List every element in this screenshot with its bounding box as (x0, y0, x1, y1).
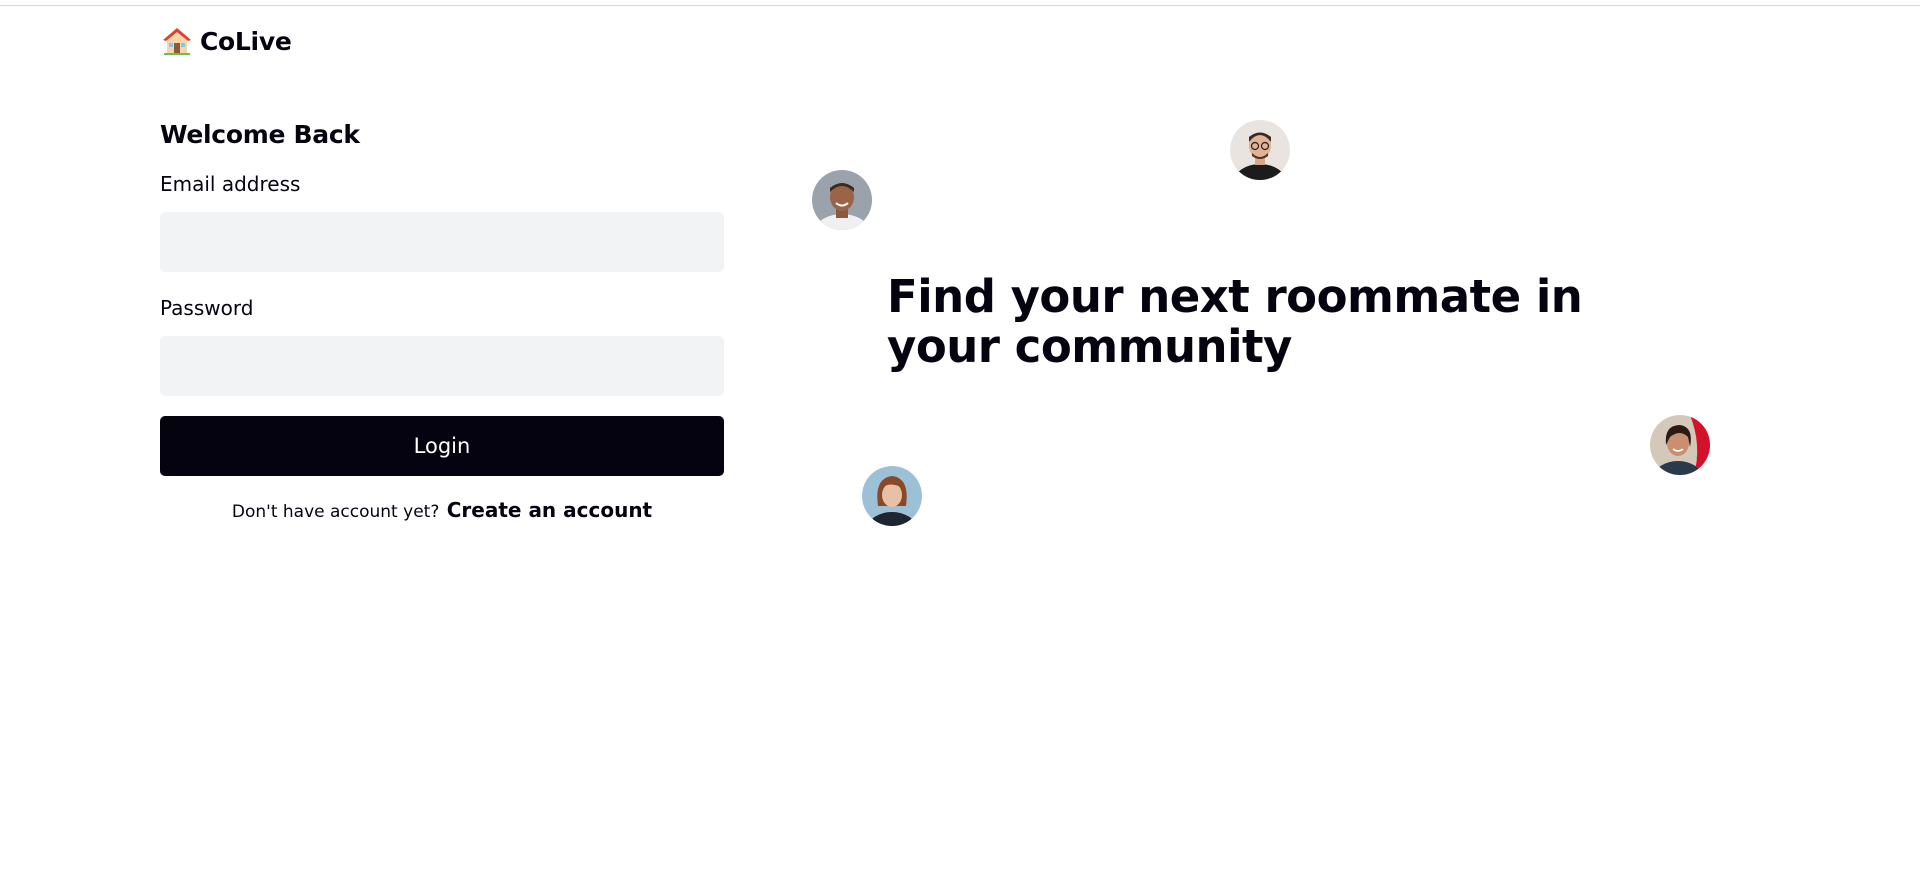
password-input[interactable] (160, 336, 724, 396)
login-form: Welcome Back Email address Password Logi… (160, 120, 724, 522)
avatar-woman-red-scarf (1650, 415, 1710, 475)
signup-row: Don't have account yet? Create an accoun… (160, 498, 724, 522)
brand-name: CoLive (200, 26, 292, 56)
email-label: Email address (160, 172, 301, 196)
avatar-woman-short-hair (862, 466, 922, 526)
email-input[interactable] (160, 212, 724, 272)
password-label: Password (160, 296, 254, 320)
signup-prompt: Don't have account yet? (231, 502, 440, 522)
create-account-link[interactable]: Create an account (447, 498, 652, 522)
avatar-man-smiling (812, 170, 872, 230)
brand-logo[interactable]: CoLive (162, 26, 292, 56)
avatar-man-glasses (1230, 120, 1290, 180)
hero-headline: Find your next roommate in your communit… (887, 270, 1583, 373)
house-icon (162, 26, 192, 56)
login-button[interactable]: Login (160, 416, 724, 476)
form-title: Welcome Back (160, 120, 360, 149)
browser-top-border (0, 5, 1920, 6)
